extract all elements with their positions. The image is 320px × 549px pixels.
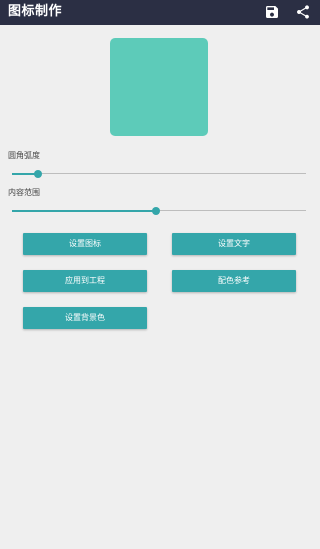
slider-track bbox=[12, 173, 306, 174]
slider-thumb[interactable] bbox=[152, 207, 161, 215]
slider-thumb[interactable] bbox=[34, 170, 43, 178]
save-icon[interactable] bbox=[264, 4, 280, 20]
corner-radius-label: 圆角弧度 bbox=[8, 151, 40, 160]
apply-to-project-button[interactable]: 应用到工程 bbox=[23, 270, 147, 292]
share-icon[interactable] bbox=[295, 4, 311, 20]
content-range-label: 内容范围 bbox=[8, 188, 40, 197]
content-range-slider[interactable] bbox=[12, 206, 306, 216]
icon-preview bbox=[110, 38, 208, 136]
set-text-button[interactable]: 设置文字 bbox=[172, 233, 296, 255]
slider-fill bbox=[12, 210, 157, 212]
set-icon-button[interactable]: 设置图标 bbox=[23, 233, 147, 255]
app-bar: 图标制作 bbox=[0, 0, 320, 25]
corner-radius-slider[interactable] bbox=[12, 169, 306, 179]
set-background-color-button[interactable]: 设置背景色 bbox=[23, 307, 147, 329]
color-reference-button[interactable]: 配色参考 bbox=[172, 270, 296, 292]
page-title: 图标制作 bbox=[8, 4, 63, 19]
